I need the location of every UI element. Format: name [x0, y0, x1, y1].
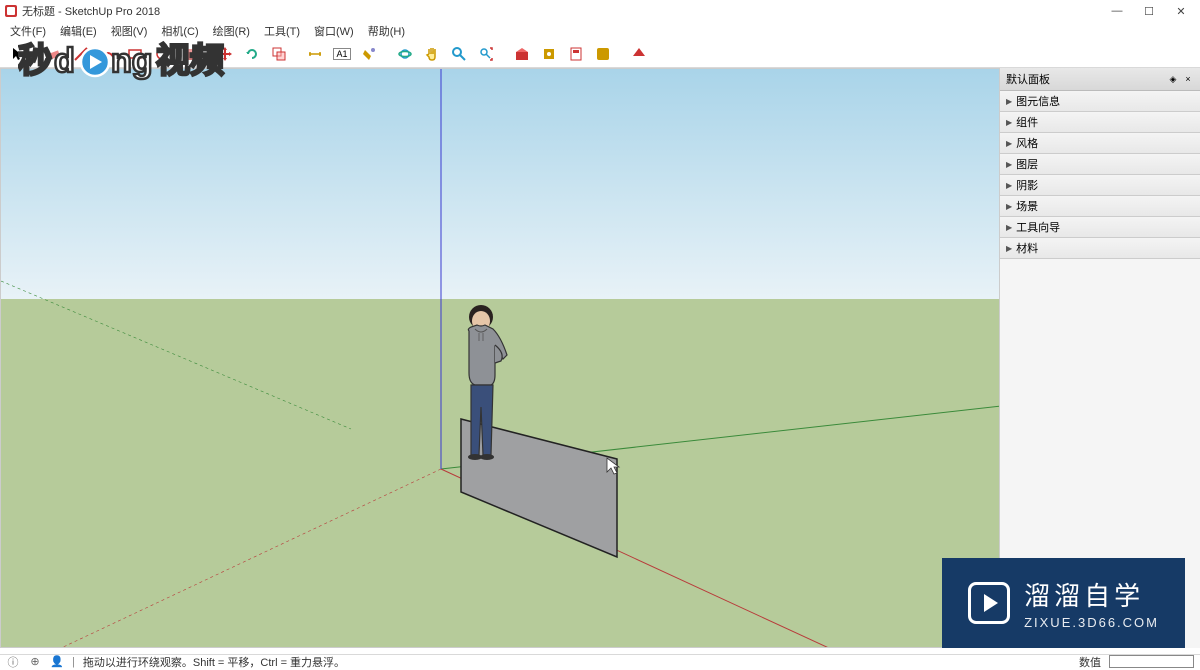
tool-text[interactable]: A1 [330, 42, 354, 66]
expand-icon: ▶ [1006, 97, 1012, 106]
watermark-brand: 溜溜自学 ZIXUE.3D66.COM [942, 558, 1185, 648]
tray-pin-icon[interactable]: ◈ [1167, 73, 1179, 85]
tray-title-label: 默认面板 [1006, 71, 1050, 87]
menu-draw[interactable]: 绘图(R) [207, 23, 256, 39]
expand-icon: ▶ [1006, 244, 1012, 253]
tray-item-styles[interactable]: ▶风格 [1000, 133, 1200, 154]
tool-select[interactable] [6, 42, 30, 66]
expand-icon: ▶ [1006, 181, 1012, 190]
tool-zoom[interactable] [447, 42, 471, 66]
tray-item-components[interactable]: ▶组件 [1000, 112, 1200, 133]
minimize-button[interactable]: — [1102, 2, 1132, 20]
brand-en: ZIXUE.3D66.COM [1024, 615, 1159, 630]
vcb-label: 数值 [1079, 654, 1101, 670]
help-icon[interactable]: ⓘ [6, 655, 20, 669]
toolbar: A1 [0, 40, 1200, 68]
tool-advanced-camera[interactable] [627, 42, 651, 66]
tool-orbit[interactable] [393, 42, 417, 66]
tool-pan[interactable] [420, 42, 444, 66]
tray-item-scenes[interactable]: ▶场景 [1000, 196, 1200, 217]
tool-stylebuilder[interactable] [591, 42, 615, 66]
vcb-input[interactable] [1109, 655, 1194, 668]
viewport-scene [1, 69, 1000, 648]
tool-3d-warehouse[interactable] [510, 42, 534, 66]
tool-layout[interactable] [564, 42, 588, 66]
menu-view[interactable]: 视图(V) [105, 23, 154, 39]
menu-bar: 文件(F) 编辑(E) 视图(V) 相机(C) 绘图(R) 工具(T) 窗口(W… [0, 22, 1200, 40]
status-hint: 拖动以进行环绕观察。Shift = 平移，Ctrl = 重力悬浮。 [83, 654, 345, 670]
3d-viewport[interactable] [0, 68, 1000, 648]
menu-file[interactable]: 文件(F) [4, 23, 52, 39]
tool-arc[interactable] [96, 42, 120, 66]
expand-icon: ▶ [1006, 223, 1012, 232]
tray-close-icon[interactable]: × [1182, 73, 1194, 85]
expand-icon: ▶ [1006, 160, 1012, 169]
tool-zoom-extents[interactable] [474, 42, 498, 66]
tool-scale[interactable] [267, 42, 291, 66]
tool-circle[interactable] [150, 42, 174, 66]
tray-item-shadows[interactable]: ▶阴影 [1000, 175, 1200, 196]
tool-eraser[interactable] [42, 42, 66, 66]
app-icon [4, 4, 18, 18]
play-icon [968, 582, 1010, 624]
menu-camera[interactable]: 相机(C) [155, 23, 204, 39]
title-bar: 无标题 - SketchUp Pro 2018 — ☐ ✕ [0, 0, 1200, 22]
window-controls: — ☐ ✕ [1102, 2, 1196, 20]
tool-rotate[interactable] [240, 42, 264, 66]
close-button[interactable]: ✕ [1166, 2, 1196, 20]
tray-item-layers[interactable]: ▶图层 [1000, 154, 1200, 175]
geo-icon[interactable]: ⊕ [28, 655, 42, 669]
expand-icon: ▶ [1006, 118, 1012, 127]
tray-item-instructor[interactable]: ▶工具向导 [1000, 217, 1200, 238]
expand-icon: ▶ [1006, 202, 1012, 211]
expand-icon: ▶ [1006, 139, 1012, 148]
window-title: 无标题 - SketchUp Pro 2018 [22, 3, 160, 19]
tray-item-entity-info[interactable]: ▶图元信息 [1000, 91, 1200, 112]
tool-tape[interactable] [303, 42, 327, 66]
menu-help[interactable]: 帮助(H) [362, 23, 411, 39]
menu-window[interactable]: 窗口(W) [308, 23, 360, 39]
tool-rect[interactable] [123, 42, 147, 66]
tray-item-materials[interactable]: ▶材料 [1000, 238, 1200, 259]
user-icon[interactable]: 👤 [50, 655, 64, 669]
tool-line[interactable] [69, 42, 93, 66]
tray-controls: ◈ × [1167, 73, 1194, 85]
tray-title[interactable]: 默认面板 ◈ × [1000, 68, 1200, 91]
tool-move[interactable] [213, 42, 237, 66]
maximize-button[interactable]: ☐ [1134, 2, 1164, 20]
title-left: 无标题 - SketchUp Pro 2018 [4, 3, 160, 19]
tool-extension-warehouse[interactable] [537, 42, 561, 66]
tool-paint[interactable] [357, 42, 381, 66]
tool-pushpull[interactable] [177, 42, 201, 66]
brand-cn: 溜溜自学 [1024, 576, 1159, 613]
menu-tools[interactable]: 工具(T) [258, 23, 306, 39]
status-bar: ⓘ ⊕ 👤 | 拖动以进行环绕观察。Shift = 平移，Ctrl = 重力悬浮… [0, 654, 1200, 668]
menu-edit[interactable]: 编辑(E) [54, 23, 103, 39]
